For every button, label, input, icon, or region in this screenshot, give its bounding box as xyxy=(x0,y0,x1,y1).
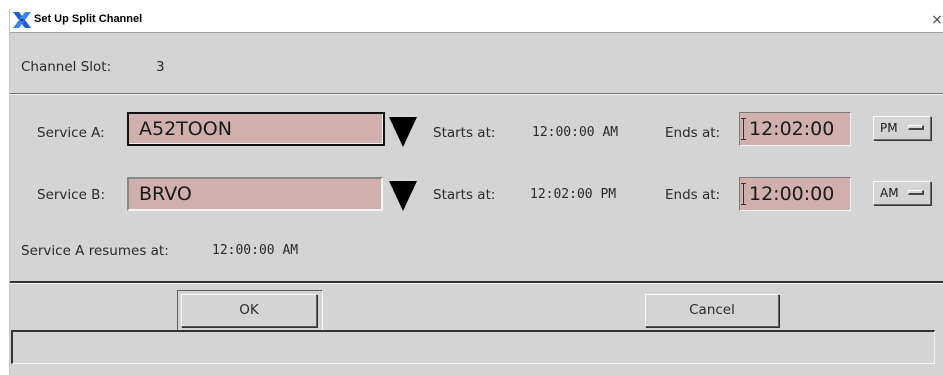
service-a-input[interactable]: A52TOON xyxy=(127,112,385,146)
text-cursor xyxy=(741,118,746,140)
resumes-label: Service A resumes at: xyxy=(21,243,169,259)
service-a-starts-label: Starts at: xyxy=(433,125,496,141)
service-b-label: Service B: xyxy=(37,187,105,203)
option-menu-indicator-icon xyxy=(908,190,924,195)
service-b-dropdown-icon[interactable] xyxy=(389,181,417,211)
service-a-ends-label: Ends at: xyxy=(665,125,721,141)
resumes-value: 12:00:00 AM xyxy=(212,243,299,258)
title-bar[interactable]: Set Up Split Channel × xyxy=(10,9,943,33)
service-b-ampm-value: AM xyxy=(880,186,899,200)
option-menu-indicator-icon xyxy=(908,125,924,130)
split-channel-dialog: Set Up Split Channel × Channel Slot: 3 S… xyxy=(9,9,943,375)
service-b-ampm-menu[interactable]: AM xyxy=(873,181,931,205)
service-b-starts-label: Starts at: xyxy=(433,187,496,203)
service-a-ends-input[interactable]: 12:02:00 xyxy=(739,112,851,146)
service-a-dropdown-icon[interactable] xyxy=(389,117,417,147)
ok-button[interactable]: OK xyxy=(181,294,317,327)
service-b-ends-value: 12:00:00 xyxy=(749,183,835,205)
service-a-label: Service A: xyxy=(37,125,105,141)
separator-bottom xyxy=(10,281,943,284)
close-icon[interactable]: × xyxy=(930,13,943,27)
service-a-starts-value: 12:00:00 AM xyxy=(532,125,619,140)
service-b-ends-input[interactable]: 12:00:00 xyxy=(739,177,851,211)
service-b-ends-label: Ends at: xyxy=(665,187,721,203)
status-bar xyxy=(11,330,935,364)
text-cursor xyxy=(741,183,746,205)
channel-slot-value: 3 xyxy=(156,59,165,75)
cancel-button[interactable]: Cancel xyxy=(645,294,779,327)
service-b-starts-value: 12:02:00 PM xyxy=(530,187,617,202)
separator-top xyxy=(10,93,943,95)
service-a-ampm-menu[interactable]: PM xyxy=(873,116,931,140)
service-b-input[interactable]: BRVO xyxy=(127,177,383,211)
x-window-icon xyxy=(13,12,31,28)
window-title: Set Up Split Channel xyxy=(34,13,143,25)
service-a-ends-value: 12:02:00 xyxy=(749,118,835,140)
service-a-ampm-value: PM xyxy=(880,121,898,135)
channel-slot-label: Channel Slot: xyxy=(21,59,112,75)
